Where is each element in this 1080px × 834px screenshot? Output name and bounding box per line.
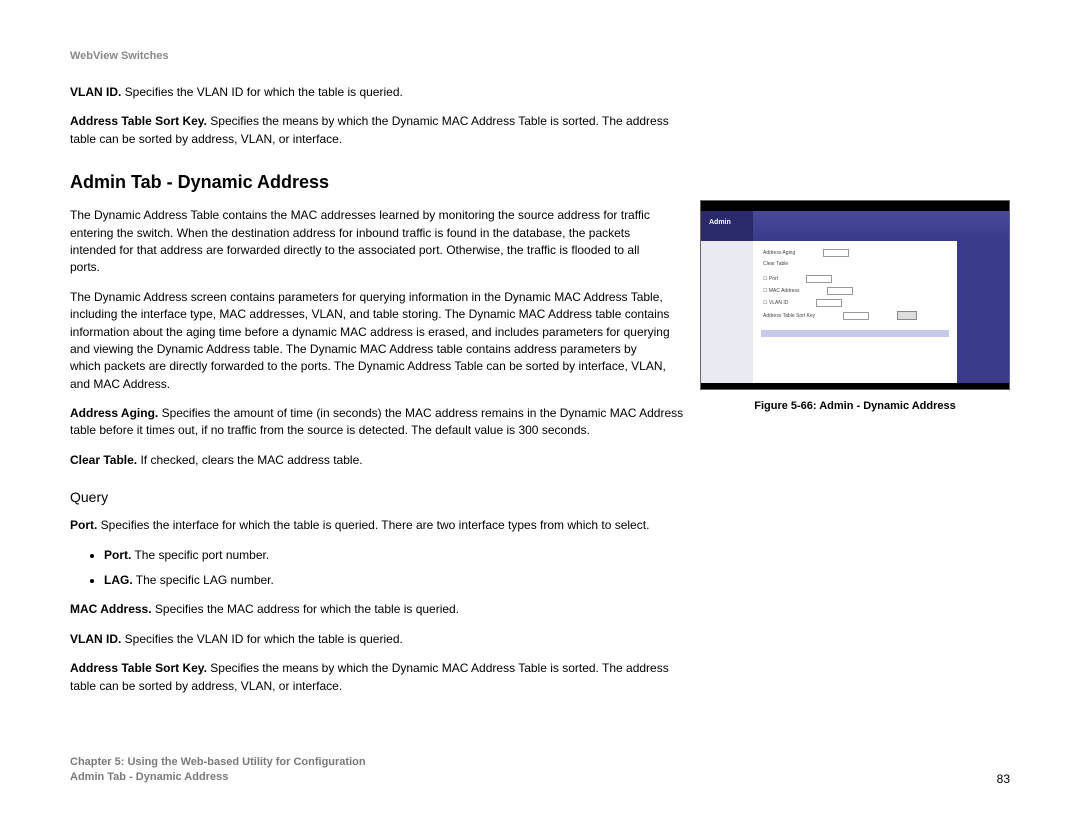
bullet-port: Port. The specific port number.	[104, 547, 704, 564]
bullet-lag-text: The specific LAG number.	[133, 573, 274, 587]
address-aging-text: Specifies the amount of time (in seconds…	[70, 406, 683, 437]
fig-bottom	[701, 383, 1009, 389]
section-paragraph-2: The Dynamic Address screen contains para…	[70, 289, 670, 393]
query-port-label: Port.	[70, 518, 97, 532]
query-port-text: Specifies the interface for which the ta…	[97, 518, 649, 532]
fig-content: Address Aging Clear Table ☐ Port ☐ MAC A…	[753, 241, 957, 383]
footer-page-number: 83	[997, 772, 1010, 786]
bullet-port-text: The specific port number.	[131, 548, 269, 562]
fig-sidebar	[701, 241, 753, 383]
footer-chapter: Chapter 5: Using the Web-based Utility f…	[70, 755, 366, 770]
fig-row-1: Address Aging	[753, 247, 957, 259]
footer-left: Chapter 5: Using the Web-based Utility f…	[70, 755, 366, 786]
fig-nav-tab	[701, 211, 753, 241]
query-vlan-text: Specifies the VLAN ID for which the tabl…	[121, 632, 402, 646]
fig-rightcol	[957, 241, 1009, 383]
query-mac-label: MAC Address.	[70, 602, 152, 616]
clear-table: Clear Table. If checked, clears the MAC …	[70, 452, 690, 469]
clear-table-label: Clear Table.	[70, 453, 137, 467]
address-aging: Address Aging. Specifies the amount of t…	[70, 405, 690, 440]
footer-section: Admin Tab - Dynamic Address	[70, 770, 366, 785]
fig-row-6: Address Table Sort Key	[753, 309, 957, 322]
figure-container: Admin Address Aging Clear Table ☐ Port ☐…	[700, 200, 1010, 412]
clear-table-text: If checked, clears the MAC address table…	[137, 453, 362, 467]
fig-row-3: ☐ Port	[753, 273, 957, 285]
figure-screenshot: Admin Address Aging Clear Table ☐ Port ☐…	[700, 200, 1010, 390]
vlan-id-label: VLAN ID.	[70, 85, 121, 99]
fig-topbar	[701, 201, 1009, 211]
figure-caption: Figure 5-66: Admin - Dynamic Address	[700, 400, 1010, 412]
fig-row-2: Clear Table	[753, 259, 957, 269]
intro-sort-key: Address Table Sort Key. Specifies the me…	[70, 113, 690, 148]
bullet-lag: LAG. The specific LAG number.	[104, 572, 704, 589]
query-vlan-label: VLAN ID.	[70, 632, 121, 646]
query-heading: Query	[70, 489, 1010, 505]
section-heading: Admin Tab - Dynamic Address	[70, 172, 1010, 193]
page-header-title: WebView Switches	[70, 50, 1010, 62]
query-bullets: Port. The specific port number. LAG. The…	[70, 547, 704, 590]
section-paragraph-1: The Dynamic Address Table contains the M…	[70, 207, 670, 277]
sort-key-label: Address Table Sort Key.	[70, 114, 207, 128]
query-vlan: VLAN ID. Specifies the VLAN ID for which…	[70, 631, 690, 648]
fig-row-4: ☐ MAC Address	[753, 285, 957, 297]
address-aging-label: Address Aging.	[70, 406, 158, 420]
fig-tab-label: Admin	[709, 219, 731, 226]
query-mac-text: Specifies the MAC address for which the …	[152, 602, 460, 616]
fig-table-header	[761, 330, 949, 337]
bullet-port-label: Port.	[104, 548, 131, 562]
vlan-id-text: Specifies the VLAN ID for which the tabl…	[121, 85, 402, 99]
query-sort-label: Address Table Sort Key.	[70, 661, 207, 675]
fig-row-5: ☐ VLAN ID	[753, 297, 957, 309]
intro-vlan-id: VLAN ID. Specifies the VLAN ID for which…	[70, 84, 690, 101]
query-port: Port. Specifies the interface for which …	[70, 517, 730, 534]
page-footer: Chapter 5: Using the Web-based Utility f…	[70, 755, 1010, 786]
query-sort: Address Table Sort Key. Specifies the me…	[70, 660, 690, 695]
bullet-lag-label: LAG.	[104, 573, 133, 587]
query-mac: MAC Address. Specifies the MAC address f…	[70, 601, 690, 618]
